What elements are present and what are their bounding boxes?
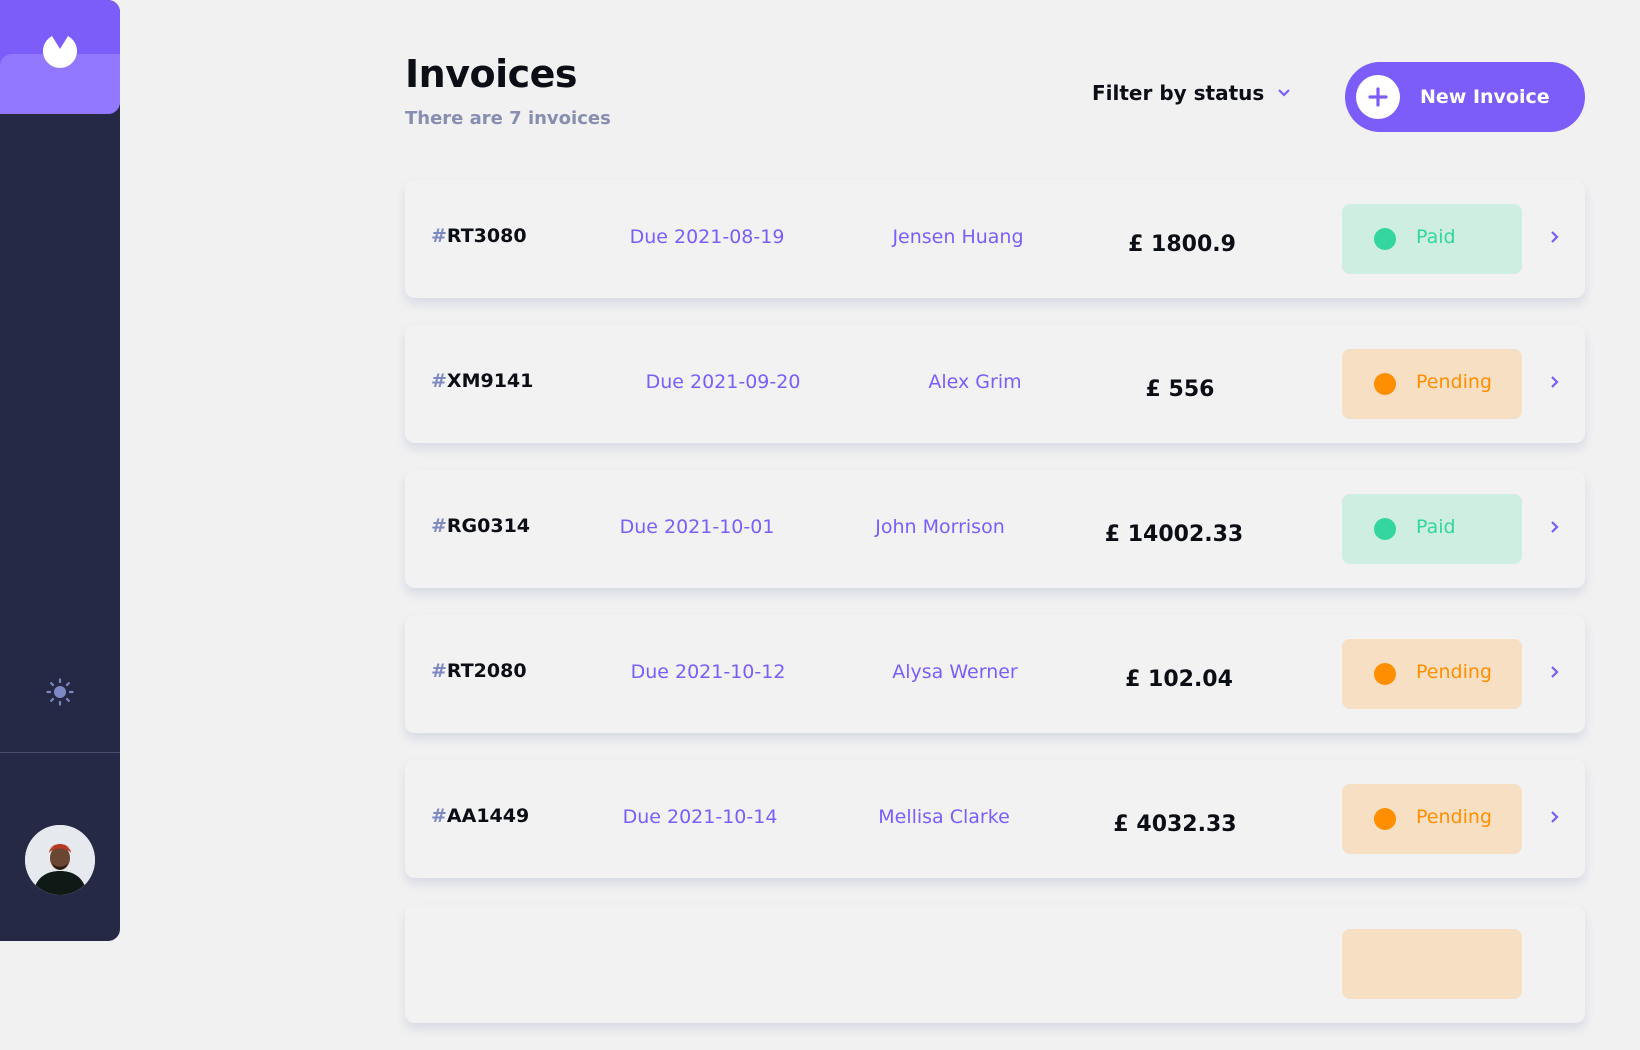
- invoice-amount: £ 556: [1145, 377, 1215, 402]
- invoice-client-name: Alysa Werner: [892, 661, 1018, 683]
- invoice-amount: £ 14002.33: [1104, 522, 1244, 547]
- plus-icon: [1356, 75, 1400, 119]
- sun-icon[interactable]: [46, 678, 74, 706]
- status-badge: Paid: [1342, 204, 1522, 274]
- chevron-right-icon[interactable]: [1550, 520, 1560, 534]
- status-label: Pending: [1416, 371, 1492, 393]
- chevron-right-icon[interactable]: [1550, 230, 1560, 244]
- invoice-due-date: Due 2021-10-01: [619, 516, 775, 538]
- invoice-due-date: Due 2021-10-14: [622, 806, 778, 828]
- invoice-row[interactable]: [405, 905, 1585, 1023]
- sidebar-divider: [0, 752, 120, 753]
- invoice-amount: £ 102.04: [1125, 667, 1233, 692]
- status-badge: Pending: [1342, 349, 1522, 419]
- status-dot: [1374, 663, 1396, 685]
- sidebar: [0, 0, 120, 941]
- invoice-id: #RG0314: [431, 515, 531, 537]
- status-dot: [1374, 373, 1396, 395]
- status-label: Paid: [1416, 516, 1456, 538]
- status-label: Pending: [1416, 806, 1492, 828]
- invoice-row[interactable]: #XM9141 Due 2021-09-20 Alex Grim £ 556 P…: [405, 325, 1585, 443]
- invoice-count: There are 7 invoices: [405, 108, 611, 129]
- page-title: Invoices: [405, 52, 578, 96]
- invoice-id: #RT3080: [431, 225, 527, 247]
- chevron-down-icon: [1278, 89, 1291, 97]
- status-badge: Pending: [1342, 784, 1522, 854]
- invoice-due-date: Due 2021-09-20: [645, 371, 801, 393]
- status-label: Paid: [1416, 226, 1456, 248]
- filter-by-status-dropdown[interactable]: Filter by status: [1092, 81, 1291, 105]
- invoice-due-date: Due 2021-08-19: [629, 226, 785, 248]
- status-badge: Paid: [1342, 494, 1522, 564]
- user-avatar: [25, 825, 95, 895]
- status-dot: [1374, 808, 1396, 830]
- new-invoice-button[interactable]: New Invoice: [1345, 62, 1585, 132]
- logo-icon: [43, 36, 77, 68]
- status-dot: [1374, 228, 1396, 250]
- invoice-row[interactable]: #AA1449 Due 2021-10-14 Mellisa Clarke £ …: [405, 760, 1585, 878]
- invoice-list: #RT3080 Due 2021-08-19 Jensen Huang £ 18…: [405, 180, 1585, 1050]
- invoice-due-date: Due 2021-10-12: [630, 661, 786, 683]
- invoice-client-name: Jensen Huang: [892, 226, 1024, 248]
- status-dot: [1374, 518, 1396, 540]
- invoice-amount: £ 4032.33: [1113, 812, 1237, 837]
- invoice-client-name: Alex Grim: [928, 371, 1022, 393]
- status-badge: [1342, 929, 1522, 999]
- invoice-row[interactable]: #RG0314 Due 2021-10-01 John Morrison £ 1…: [405, 470, 1585, 588]
- logo[interactable]: [0, 0, 120, 114]
- chevron-right-icon[interactable]: [1550, 375, 1560, 389]
- invoice-row[interactable]: #RT2080 Due 2021-10-12 Alysa Werner £ 10…: [405, 615, 1585, 733]
- new-invoice-label: New Invoice: [1420, 86, 1550, 108]
- chevron-right-icon[interactable]: [1550, 665, 1560, 679]
- invoice-client-name: John Morrison: [875, 516, 1005, 538]
- status-label: Pending: [1416, 661, 1492, 683]
- invoice-amount: £ 1800.9: [1128, 232, 1236, 257]
- invoice-id: #AA1449: [431, 805, 530, 827]
- invoice-id: #RT2080: [431, 660, 527, 682]
- chevron-right-icon[interactable]: [1550, 810, 1560, 824]
- status-badge: Pending: [1342, 639, 1522, 709]
- invoice-row[interactable]: #RT3080 Due 2021-08-19 Jensen Huang £ 18…: [405, 180, 1585, 298]
- invoice-client-name: Mellisa Clarke: [878, 806, 1010, 828]
- invoice-id: #XM9141: [431, 370, 534, 392]
- filter-label: Filter by status: [1092, 81, 1265, 105]
- avatar[interactable]: [25, 825, 95, 895]
